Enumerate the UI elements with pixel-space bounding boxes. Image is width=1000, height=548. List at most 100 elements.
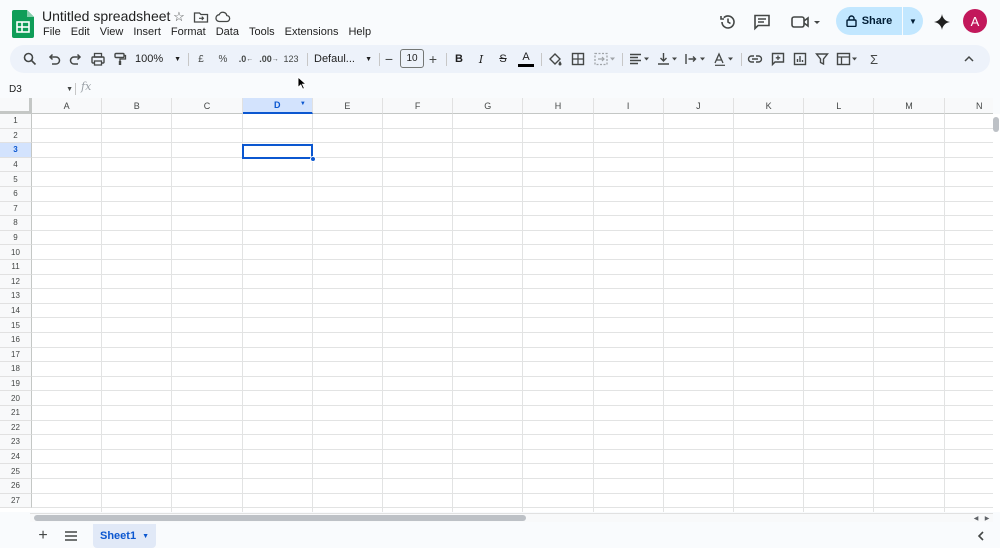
strikethrough-button[interactable]: S	[496, 50, 510, 68]
row-header-27[interactable]: 27	[0, 493, 32, 509]
row-header-4[interactable]: 4	[0, 157, 32, 173]
column-header-j[interactable]: J	[663, 98, 734, 114]
increase-font-size-icon[interactable]: +	[427, 50, 439, 68]
menu-file[interactable]: File	[38, 25, 66, 39]
menu-view[interactable]: View	[95, 25, 129, 39]
menu-tools[interactable]: Tools	[244, 25, 280, 39]
scroll-right-icon[interactable]: ▶	[982, 514, 992, 522]
comments-icon[interactable]	[752, 12, 772, 32]
scroll-left-icon[interactable]: ◀	[971, 514, 981, 522]
row-header-26[interactable]: 26	[0, 479, 32, 494]
row-header-16[interactable]: 16	[0, 333, 32, 348]
row-header-5[interactable]: 5	[0, 172, 32, 187]
column-header-h[interactable]: H	[523, 98, 594, 114]
horizontal-scroll-thumb[interactable]	[34, 515, 526, 521]
menu-format[interactable]: Format	[166, 25, 211, 39]
filter-icon[interactable]	[814, 50, 830, 68]
collapse-menus-icon[interactable]	[962, 50, 976, 68]
filter-views-icon[interactable]	[836, 50, 860, 68]
row-header-22[interactable]: 22	[0, 420, 32, 436]
row-header-2[interactable]: 2	[0, 128, 32, 144]
number-format-button[interactable]: 123	[282, 50, 300, 68]
formula-input[interactable]	[98, 80, 988, 96]
add-sheet-icon[interactable]: +	[34, 527, 52, 545]
zoom-select[interactable]: 100% ▼	[135, 50, 181, 68]
row-header-9[interactable]: 9	[0, 230, 32, 246]
insert-chart-icon[interactable]	[792, 50, 808, 68]
font-size-input[interactable]: 10	[400, 49, 424, 68]
text-color-button[interactable]: A	[518, 50, 534, 67]
menu-extensions[interactable]: Extensions	[280, 25, 344, 39]
text-wrapping-icon[interactable]	[684, 50, 708, 68]
row-header-15[interactable]: 15	[0, 318, 32, 333]
row-header-18[interactable]: 18	[0, 362, 32, 377]
row-header-24[interactable]: 24	[0, 449, 32, 465]
column-menu-icon[interactable]: ▼	[300, 101, 306, 107]
sheets-logo-icon[interactable]	[12, 10, 34, 38]
row-header-25[interactable]: 25	[0, 464, 32, 479]
fill-handle[interactable]	[310, 156, 316, 162]
insert-link-icon[interactable]	[747, 50, 763, 68]
vertical-scroll-thumb[interactable]	[993, 117, 999, 132]
document-title[interactable]: Untitled spreadsheet	[42, 8, 170, 24]
column-header-g[interactable]: G	[453, 98, 524, 114]
decrease-decimal-button[interactable]: .0 ←	[238, 50, 254, 68]
format-percent-button[interactable]: %	[216, 50, 230, 68]
column-header-f[interactable]: F	[383, 98, 454, 114]
format-currency-button[interactable]: £	[194, 50, 208, 68]
merge-cells-icon[interactable]	[593, 50, 617, 68]
vertical-scrollbar[interactable]	[993, 114, 1000, 512]
selected-cell[interactable]	[242, 144, 313, 159]
meet-call-icon[interactable]	[790, 12, 822, 32]
name-box[interactable]: D3 ▼	[9, 82, 73, 96]
row-header-10[interactable]: 10	[0, 245, 32, 260]
row-header-7[interactable]: 7	[0, 201, 32, 217]
row-header-23[interactable]: 23	[0, 435, 32, 450]
paint-format-icon[interactable]	[112, 50, 128, 68]
fill-color-icon[interactable]	[547, 50, 563, 68]
font-family-select[interactable]: Defaul... ▼	[314, 50, 372, 68]
menu-edit[interactable]: Edit	[66, 25, 95, 39]
row-header-12[interactable]: 12	[0, 274, 32, 290]
share-button[interactable]: Share	[836, 7, 902, 35]
search-menus-icon[interactable]	[22, 50, 38, 68]
row-header-8[interactable]: 8	[0, 216, 32, 231]
column-header-l[interactable]: L	[804, 98, 875, 114]
column-header-c[interactable]: C	[172, 98, 243, 114]
row-header-13[interactable]: 13	[0, 289, 32, 304]
undo-icon[interactable]	[46, 50, 62, 68]
column-header-a[interactable]: A	[32, 98, 103, 114]
row-header-19[interactable]: 19	[0, 376, 32, 392]
row-header-3[interactable]: 3	[0, 143, 32, 158]
decrease-font-size-icon[interactable]: −	[383, 50, 395, 68]
bold-button[interactable]: B	[452, 50, 466, 68]
column-header-d[interactable]: D ▼	[242, 98, 313, 114]
borders-icon[interactable]	[570, 50, 586, 68]
version-history-icon[interactable]	[718, 12, 738, 32]
row-header-1[interactable]: 1	[0, 114, 32, 129]
row-header-20[interactable]: 20	[0, 391, 32, 406]
functions-button[interactable]: Σ	[867, 50, 881, 68]
column-header-n[interactable]: N	[944, 98, 993, 114]
column-header-m[interactable]: M	[874, 98, 945, 114]
share-dropdown-icon[interactable]: ▼	[903, 7, 923, 35]
column-header-k[interactable]: K	[734, 98, 805, 114]
explore-collapse-icon[interactable]	[972, 527, 990, 545]
star-icon[interactable]: ☆	[171, 9, 187, 25]
column-header-i[interactable]: I	[593, 98, 664, 114]
cloud-status-icon[interactable]	[215, 9, 231, 25]
text-rotation-icon[interactable]	[712, 50, 736, 68]
menu-data[interactable]: Data	[211, 25, 244, 39]
insert-comment-icon[interactable]	[770, 50, 786, 68]
row-header-21[interactable]: 21	[0, 406, 32, 421]
row-header-17[interactable]: 17	[0, 347, 32, 363]
column-header-b[interactable]: B	[102, 98, 173, 114]
print-icon[interactable]	[90, 50, 106, 68]
move-folder-icon[interactable]	[193, 9, 209, 25]
account-avatar[interactable]: A	[963, 9, 987, 33]
sheet-tab[interactable]: Sheet1 ▼	[93, 524, 156, 548]
vertical-align-icon[interactable]	[656, 50, 680, 68]
menu-insert[interactable]: Insert	[128, 25, 166, 39]
italic-button[interactable]: I	[474, 50, 488, 68]
row-header-11[interactable]: 11	[0, 260, 32, 275]
